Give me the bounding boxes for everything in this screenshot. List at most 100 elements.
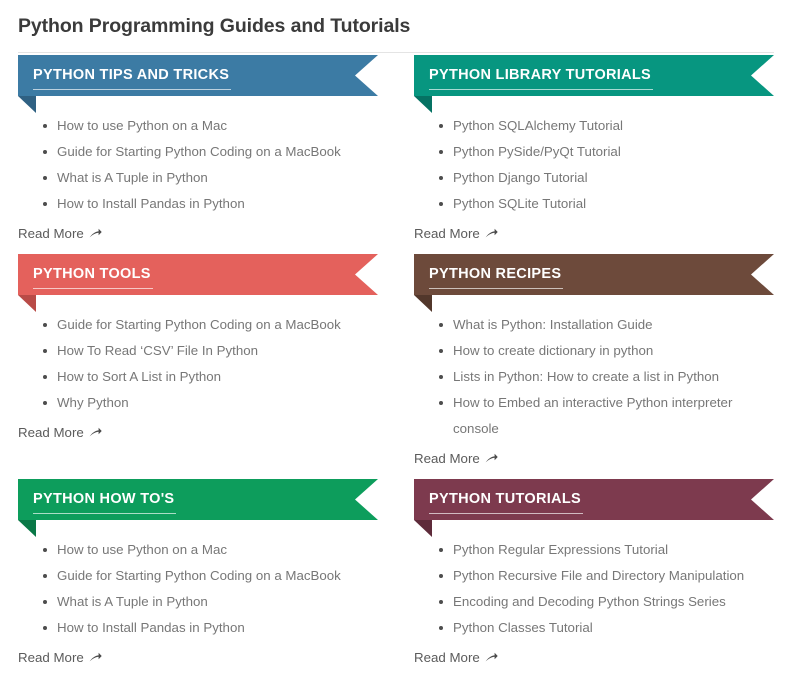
card-link-list: What is Python: Installation Guide How to… (414, 312, 774, 442)
list-item-link[interactable]: Python SQLite Tutorial (453, 196, 586, 211)
card-title-underline (33, 288, 153, 289)
read-more-link[interactable]: Read More (18, 648, 102, 668)
header-divider (18, 52, 774, 53)
card-title-underline (429, 89, 653, 90)
list-item-link[interactable]: Why Python (57, 395, 129, 410)
arrow-up-right-icon (89, 652, 102, 663)
list-item: Python Classes Tutorial (439, 615, 774, 641)
list-item: Python PySide/PyQt Tutorial (439, 139, 774, 165)
ribbon-fold-corner (18, 96, 36, 113)
read-more-label: Read More (18, 425, 84, 440)
arrow-up-right-icon (89, 228, 102, 239)
read-more-link[interactable]: Read More (414, 224, 498, 244)
list-item-link[interactable]: How to create dictionary in python (453, 343, 653, 358)
card-link-list: Guide for Starting Python Coding on a Ma… (18, 312, 378, 416)
card-python-library-tutorials: PYTHON LIBRARY TUTORIALS Python SQLAlchem… (396, 55, 792, 244)
list-item: What is A Tuple in Python (43, 165, 378, 191)
list-item: Guide for Starting Python Coding on a Ma… (43, 312, 378, 338)
list-item: How to use Python on a Mac (43, 537, 378, 563)
arrow-up-right-icon (89, 427, 102, 438)
card-grid: PYTHON TIPS AND TRICKS How to use Python … (0, 55, 792, 668)
list-item-link[interactable]: Python Regular Expressions Tutorial (453, 542, 668, 557)
list-item-link[interactable]: How to use Python on a Mac (57, 542, 227, 557)
list-item: How to use Python on a Mac (43, 113, 378, 139)
list-item-link[interactable]: Guide for Starting Python Coding on a Ma… (57, 317, 341, 332)
list-item: How to Install Pandas in Python (43, 191, 378, 217)
list-item: Why Python (43, 390, 378, 416)
list-item: How To Read ‘CSV’ File In Python (43, 338, 378, 364)
read-more-label: Read More (414, 451, 480, 466)
list-item: How to create dictionary in python (439, 338, 774, 364)
list-item-link[interactable]: How to use Python on a Mac (57, 118, 227, 133)
read-more-link[interactable]: Read More (18, 224, 102, 244)
arrow-up-right-icon (485, 228, 498, 239)
list-item-link[interactable]: How to Install Pandas in Python (57, 620, 245, 635)
card-title-underline (33, 89, 231, 90)
list-item-link[interactable]: Python SQLAlchemy Tutorial (453, 118, 623, 133)
list-item: Python Regular Expressions Tutorial (439, 537, 774, 563)
list-item-link[interactable]: Python Classes Tutorial (453, 620, 593, 635)
read-more-label: Read More (18, 226, 84, 241)
card-python-tools: PYTHON TOOLS Guide for Starting Python Co… (0, 254, 396, 469)
arrow-up-right-icon (485, 453, 498, 464)
card-header-ribbon: PYTHON LIBRARY TUTORIALS (414, 55, 774, 113)
list-item-link[interactable]: How to Install Pandas in Python (57, 196, 245, 211)
card-python-recipes: PYTHON RECIPES What is Python: Installati… (396, 254, 792, 469)
list-item-link[interactable]: How to Sort A List in Python (57, 369, 221, 384)
list-item-link[interactable]: Lists in Python: How to create a list in… (453, 369, 719, 384)
list-item: How to Install Pandas in Python (43, 615, 378, 641)
card-header-ribbon: PYTHON HOW TO'S (18, 479, 378, 537)
card-header-ribbon: PYTHON TIPS AND TRICKS (18, 55, 378, 113)
ribbon-fold-corner (18, 520, 36, 537)
ribbon-fold-corner (414, 96, 432, 113)
list-item-link[interactable]: How To Read ‘CSV’ File In Python (57, 343, 258, 358)
card-header-ribbon: PYTHON TUTORIALS (414, 479, 774, 537)
list-item: Python Recursive File and Directory Mani… (439, 563, 774, 589)
card-header-ribbon: PYTHON TOOLS (18, 254, 378, 312)
read-more-link[interactable]: Read More (414, 449, 498, 469)
read-more-link[interactable]: Read More (414, 648, 498, 668)
list-item-link[interactable]: How to Embed an interactive Python inter… (453, 395, 732, 436)
list-item-link[interactable]: Encoding and Decoding Python Strings Ser… (453, 594, 726, 609)
list-item: Python SQLite Tutorial (439, 191, 774, 217)
list-item-link[interactable]: Python Django Tutorial (453, 170, 588, 185)
page-title: Python Programming Guides and Tutorials (18, 15, 411, 37)
card-link-list: Python SQLAlchemy Tutorial Python PySide/… (414, 113, 774, 217)
card-python-tutorials: PYTHON TUTORIALS Python Regular Expressio… (396, 479, 792, 668)
list-item: What is Python: Installation Guide (439, 312, 774, 338)
list-item-link[interactable]: What is Python: Installation Guide (453, 317, 653, 332)
list-item-link[interactable]: What is A Tuple in Python (57, 594, 208, 609)
ribbon-fold-corner (18, 295, 36, 312)
list-item-link[interactable]: Guide for Starting Python Coding on a Ma… (57, 144, 341, 159)
list-item: Guide for Starting Python Coding on a Ma… (43, 139, 378, 165)
page-header: Python Programming Guides and Tutorials (0, 0, 792, 53)
list-item: Python Django Tutorial (439, 165, 774, 191)
card-title-underline (33, 513, 176, 514)
card-link-list: How to use Python on a Mac Guide for Star… (18, 537, 378, 641)
list-item: What is A Tuple in Python (43, 589, 378, 615)
card-link-list: How to use Python on a Mac Guide for Star… (18, 113, 378, 217)
read-more-link[interactable]: Read More (18, 423, 102, 443)
list-item-link[interactable]: Guide for Starting Python Coding on a Ma… (57, 568, 341, 583)
read-more-label: Read More (414, 226, 480, 241)
list-item: Python SQLAlchemy Tutorial (439, 113, 774, 139)
list-item: How to Embed an interactive Python inter… (439, 390, 774, 442)
card-title-underline (429, 288, 563, 289)
ribbon-fold-corner (414, 295, 432, 312)
ribbon-fold-corner (414, 520, 432, 537)
list-item-link[interactable]: Python Recursive File and Directory Mani… (453, 568, 744, 583)
card-python-tips-and-tricks: PYTHON TIPS AND TRICKS How to use Python … (0, 55, 396, 244)
card-python-how-tos: PYTHON HOW TO'S How to use Python on a Ma… (0, 479, 396, 668)
list-item-link[interactable]: What is A Tuple in Python (57, 170, 208, 185)
list-item: How to Sort A List in Python (43, 364, 378, 390)
list-item: Encoding and Decoding Python Strings Ser… (439, 589, 774, 615)
card-title-underline (429, 513, 583, 514)
list-item: Guide for Starting Python Coding on a Ma… (43, 563, 378, 589)
list-item: Lists in Python: How to create a list in… (439, 364, 774, 390)
read-more-label: Read More (414, 650, 480, 665)
card-link-list: Python Regular Expressions Tutorial Pytho… (414, 537, 774, 641)
read-more-label: Read More (18, 650, 84, 665)
list-item-link[interactable]: Python PySide/PyQt Tutorial (453, 144, 621, 159)
arrow-up-right-icon (485, 652, 498, 663)
card-header-ribbon: PYTHON RECIPES (414, 254, 774, 312)
